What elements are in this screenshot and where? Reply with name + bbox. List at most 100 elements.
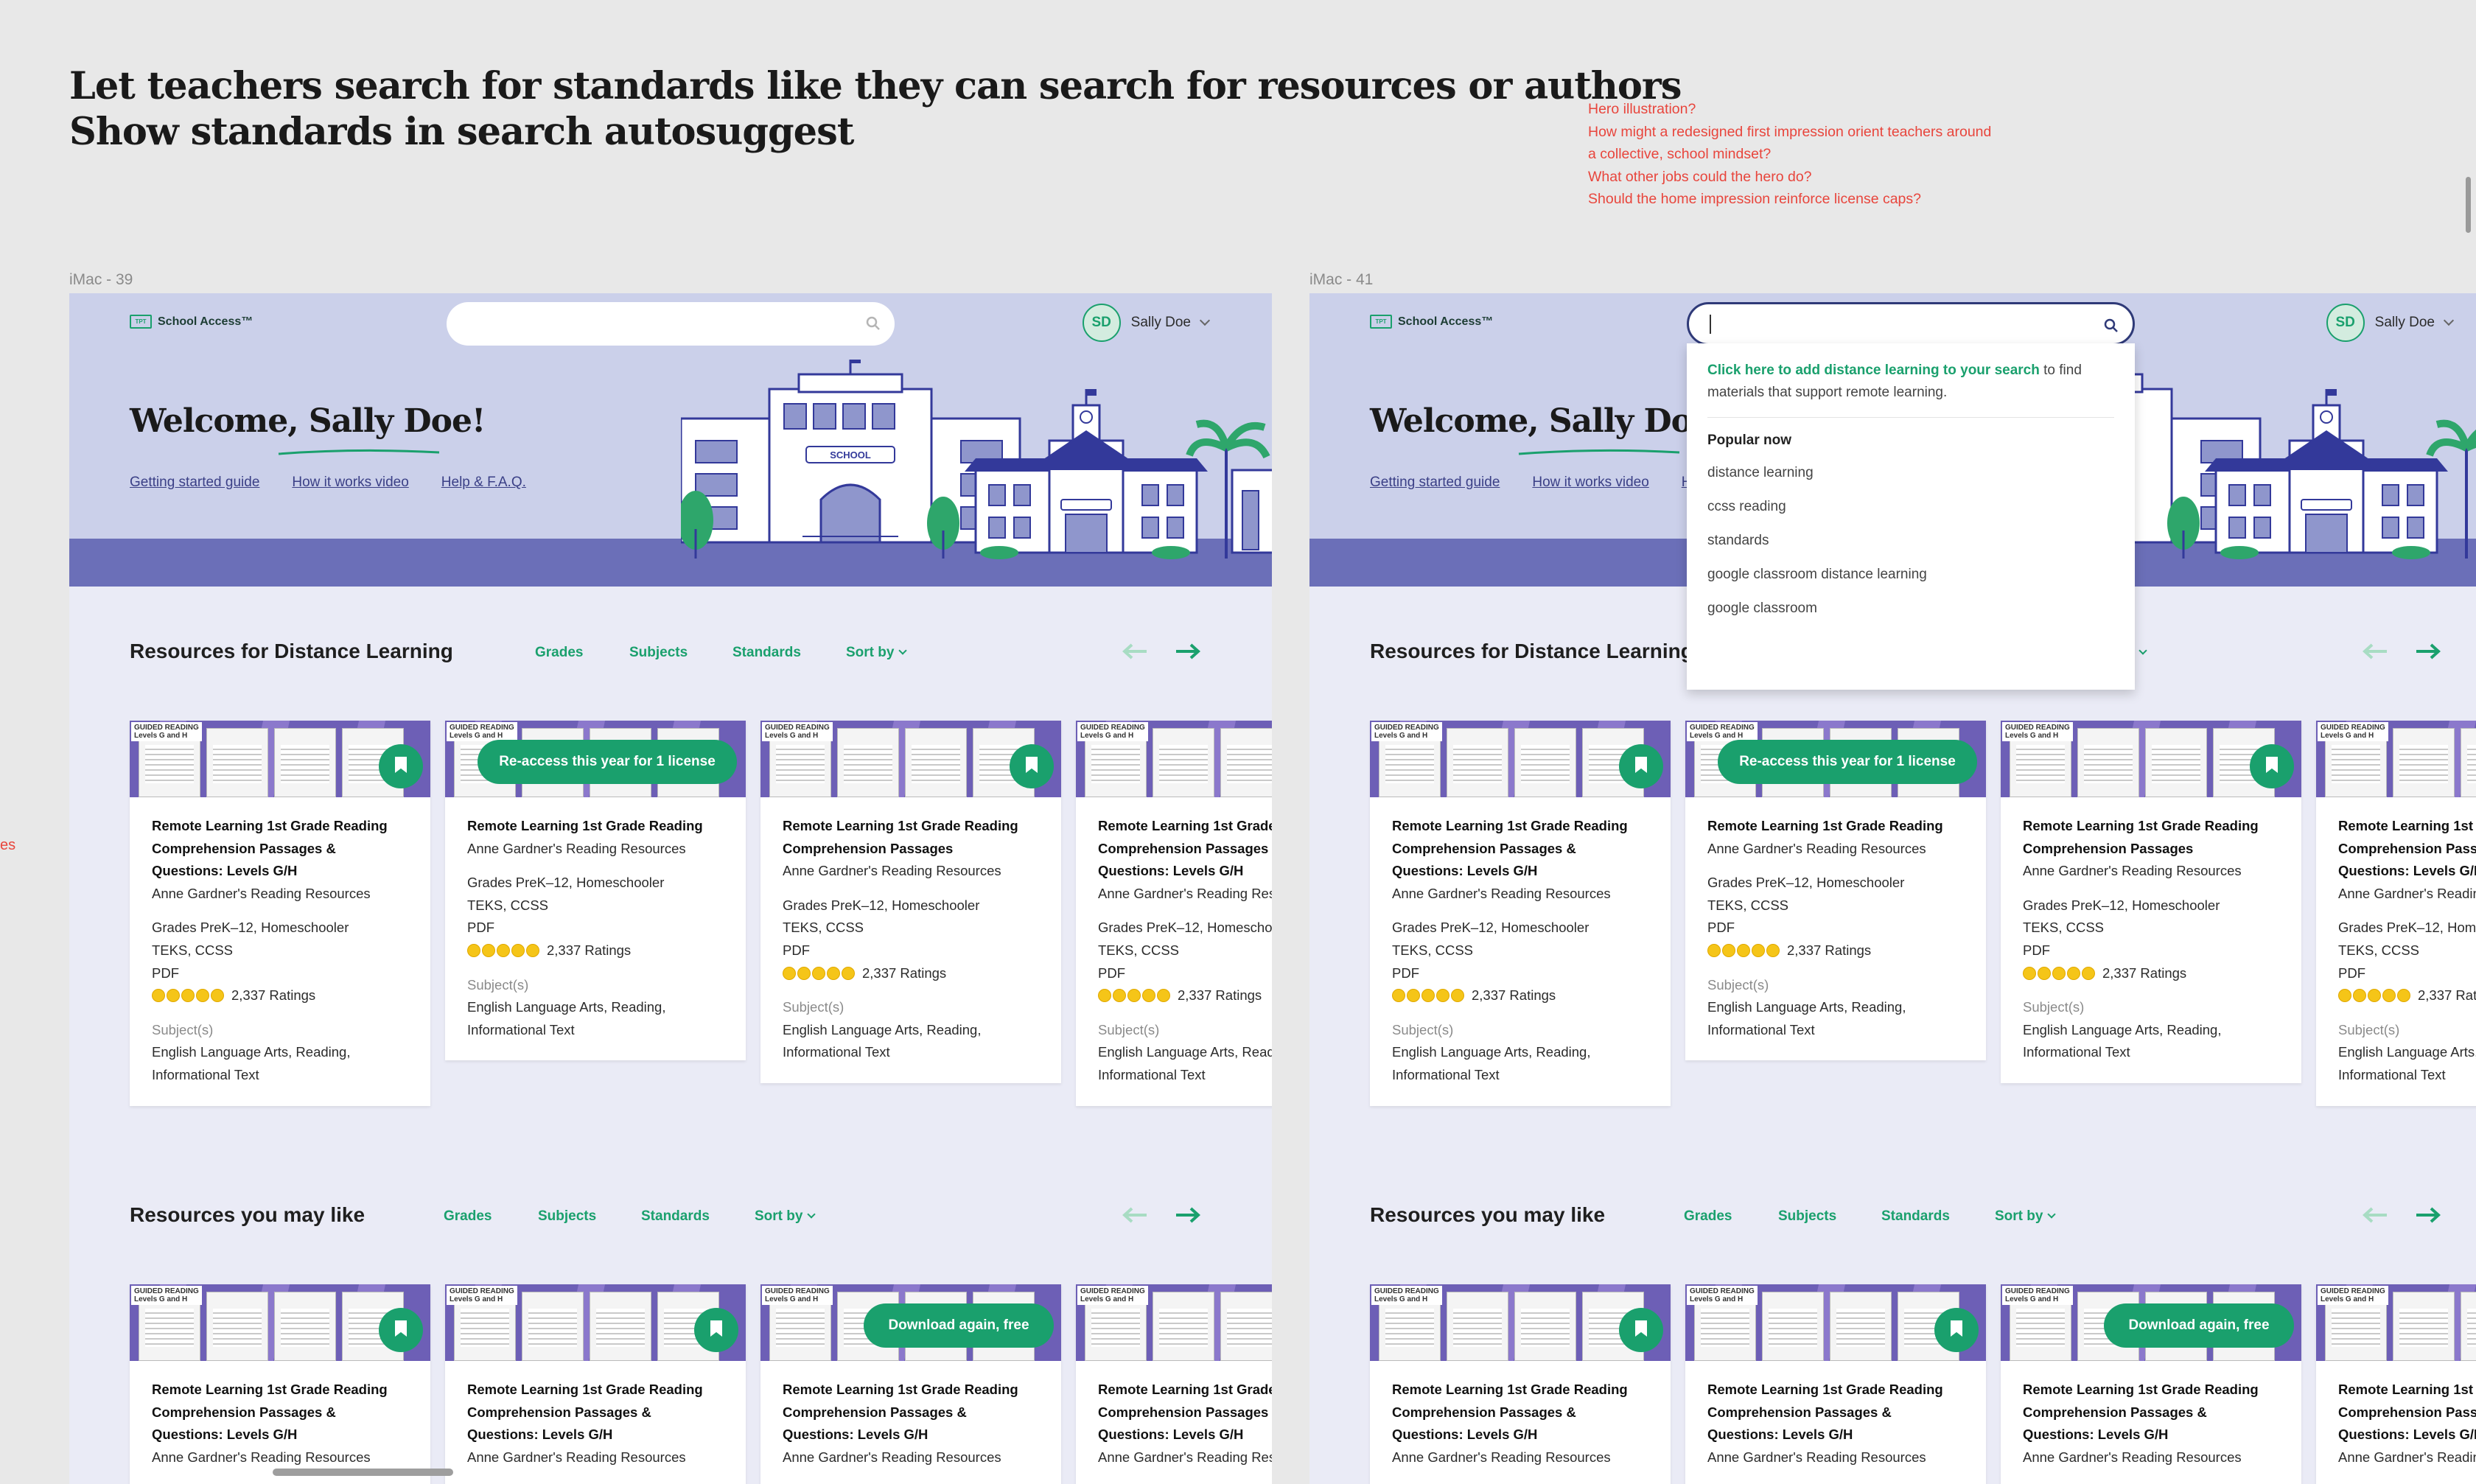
- bookmark-icon[interactable]: [1619, 744, 1663, 788]
- resource-thumbnail[interactable]: GUIDED READING Levels G and H: [445, 1284, 746, 1361]
- bookmark-icon[interactable]: [2250, 744, 2294, 788]
- resource-card[interactable]: GUIDED READING Levels G and H Re-access t…: [445, 721, 746, 1061]
- arrow-left-icon[interactable]: [1122, 643, 1148, 660]
- filter-subjects[interactable]: Subjects: [629, 645, 688, 661]
- filter-grades[interactable]: Grades: [535, 645, 583, 661]
- resource-card[interactable]: GUIDED READING Levels G and H Download ag…: [2001, 1284, 2301, 1484]
- resource-thumbnail[interactable]: GUIDED READING Levels G and H Download ag…: [760, 1284, 1061, 1361]
- search-icon[interactable]: [865, 315, 881, 332]
- resource-card[interactable]: GUIDED READING Levels G and H Remote Lear…: [1370, 1284, 1671, 1484]
- bookmark-icon[interactable]: [1619, 1308, 1663, 1352]
- resource-thumbnail[interactable]: GUIDED READING Levels G and H Re-access t…: [445, 721, 746, 797]
- filter-subjects[interactable]: Subjects: [538, 1208, 596, 1225]
- resource-card[interactable]: GUIDED READING Levels G and H Re-access t…: [1685, 721, 1986, 1061]
- suggestion-item[interactable]: google classroom distance learning: [1707, 564, 2114, 598]
- resource-card[interactable]: GUIDED READING Levels G and H Remote Lear…: [1685, 1284, 1986, 1484]
- horizontal-scrollbar[interactable]: [273, 1469, 453, 1476]
- filter-standards[interactable]: Standards: [641, 1208, 710, 1225]
- arrow-right-icon[interactable]: [2415, 1206, 2441, 1224]
- card-title[interactable]: Remote Learning 1st Grade Reading Compre…: [1098, 1379, 1272, 1446]
- resource-thumbnail[interactable]: GUIDED READING Levels G and H Re-access t…: [1685, 721, 1986, 797]
- resource-card[interactable]: GUIDED READING Levels G and H Remote Lear…: [130, 721, 430, 1106]
- search-input[interactable]: [447, 302, 895, 346]
- resource-card[interactable]: GUIDED READING Levels G and H Remote Lear…: [1076, 1284, 1272, 1484]
- resource-thumbnail[interactable]: GUIDED READING Levels G and H: [1685, 1284, 1986, 1361]
- filter-standards[interactable]: Standards: [1881, 1208, 1950, 1225]
- logo[interactable]: TPT School Access™: [130, 315, 253, 329]
- suggestion-item[interactable]: distance learning: [1707, 462, 2114, 496]
- download-again-button[interactable]: Download again, free: [864, 1303, 1054, 1348]
- bookmark-icon[interactable]: [1010, 744, 1054, 788]
- resource-card[interactable]: GUIDED READING Levels G and H Remote Lear…: [2316, 721, 2476, 1106]
- resource-card[interactable]: GUIDED READING Levels G and H Remote Lear…: [1076, 721, 1272, 1106]
- resource-thumbnail[interactable]: GUIDED READING Levels G and H: [760, 721, 1061, 797]
- resource-card[interactable]: GUIDED READING Levels G and H Remote Lear…: [445, 1284, 746, 1484]
- resource-thumbnail[interactable]: GUIDED READING Levels G and H Download ag…: [2001, 1284, 2301, 1361]
- search-input-focused[interactable]: [1687, 302, 2135, 346]
- suggestion-item[interactable]: ccss reading: [1707, 496, 2114, 530]
- resource-thumbnail[interactable]: GUIDED READING Levels G and H: [1370, 1284, 1671, 1361]
- user-menu[interactable]: SD Sally Doe: [1082, 304, 1211, 342]
- user-menu[interactable]: SD Sally Doe: [2326, 304, 2455, 342]
- resource-thumbnail[interactable]: GUIDED READING Levels G and H: [2316, 721, 2476, 797]
- card-title[interactable]: Remote Learning 1st Grade Reading Compre…: [2338, 1379, 2476, 1446]
- card-title[interactable]: Remote Learning 1st Grade Reading: [467, 815, 724, 838]
- arrow-left-icon[interactable]: [1122, 1206, 1148, 1224]
- card-title[interactable]: Remote Learning 1st Grade Reading Compre…: [467, 1379, 724, 1446]
- logo[interactable]: TPT School Access™: [1370, 315, 1493, 329]
- card-title[interactable]: Remote Learning 1st Grade Reading Compre…: [783, 1379, 1039, 1446]
- link-how-it-works[interactable]: How it works video: [1532, 475, 1648, 491]
- resource-card[interactable]: GUIDED READING Levels G and H Remote Lear…: [2001, 721, 2301, 1083]
- card-title[interactable]: Remote Learning 1st Grade Reading Compre…: [2338, 815, 2476, 883]
- resource-thumbnail[interactable]: GUIDED READING Levels G and H: [2001, 721, 2301, 797]
- sort-by-dropdown[interactable]: Sort by: [1995, 1208, 2057, 1225]
- frame-label[interactable]: iMac - 39: [69, 271, 133, 289]
- link-getting-started[interactable]: Getting started guide: [1370, 475, 1500, 491]
- resource-thumbnail[interactable]: GUIDED READING Levels G and H: [2316, 1284, 2476, 1361]
- card-title[interactable]: Remote Learning 1st Grade Reading Compre…: [783, 815, 1039, 860]
- card-title[interactable]: Remote Learning 1st Grade Reading Compre…: [152, 815, 408, 883]
- arrow-left-icon[interactable]: [2362, 643, 2388, 660]
- link-getting-started[interactable]: Getting started guide: [130, 475, 259, 491]
- card-title[interactable]: Remote Learning 1st Grade Reading Compre…: [1098, 815, 1272, 883]
- bookmark-icon[interactable]: [379, 744, 423, 788]
- sort-by-dropdown[interactable]: Sort by: [846, 645, 908, 661]
- bookmark-icon[interactable]: [694, 1308, 738, 1352]
- resource-card[interactable]: GUIDED READING Levels G and H Remote Lear…: [760, 721, 1061, 1083]
- card-title[interactable]: Remote Learning 1st Grade Reading Compre…: [2023, 815, 2279, 860]
- suggestion-item[interactable]: standards: [1707, 530, 2114, 564]
- reaccess-button[interactable]: Re-access this year for 1 license: [1718, 740, 1977, 784]
- filter-grades[interactable]: Grades: [444, 1208, 492, 1225]
- resource-card[interactable]: GUIDED READING Levels G and H Remote Lear…: [1370, 721, 1671, 1106]
- card-title[interactable]: Remote Learning 1st Grade Reading Compre…: [2023, 1379, 2279, 1446]
- vertical-scrollbar[interactable]: [2466, 177, 2471, 233]
- card-title[interactable]: Remote Learning 1st Grade Reading Compre…: [1392, 815, 1648, 883]
- autosuggest-hint[interactable]: Click here to add distance learning to y…: [1707, 360, 2114, 404]
- suggestion-item[interactable]: google classroom: [1707, 598, 2114, 631]
- resource-card[interactable]: GUIDED READING Levels G and H Download ag…: [760, 1284, 1061, 1484]
- resource-thumbnail[interactable]: GUIDED READING Levels G and H: [1370, 721, 1671, 797]
- link-how-it-works[interactable]: How it works video: [292, 475, 408, 491]
- card-title[interactable]: Remote Learning 1st Grade Reading: [1707, 815, 1964, 838]
- search-icon[interactable]: [2103, 318, 2119, 334]
- filter-grades[interactable]: Grades: [1684, 1208, 1732, 1225]
- resource-thumbnail[interactable]: GUIDED READING Levels G and H: [1076, 1284, 1272, 1361]
- bookmark-icon[interactable]: [379, 1308, 423, 1352]
- reaccess-button[interactable]: Re-access this year for 1 license: [478, 740, 737, 784]
- resource-card[interactable]: GUIDED READING Levels G and H Remote Lear…: [2316, 1284, 2476, 1484]
- arrow-right-icon[interactable]: [2415, 643, 2441, 660]
- arrow-right-icon[interactable]: [1175, 1206, 1201, 1224]
- arrow-left-icon[interactable]: [2362, 1206, 2388, 1224]
- resource-thumbnail[interactable]: GUIDED READING Levels G and H: [130, 1284, 430, 1361]
- frame-label[interactable]: iMac - 41: [1309, 271, 1373, 289]
- sort-by-dropdown[interactable]: Sort by: [755, 1208, 816, 1225]
- bookmark-icon[interactable]: [1934, 1308, 1979, 1352]
- link-help-faq[interactable]: Help & F.A.Q.: [441, 475, 526, 491]
- filter-subjects[interactable]: Subjects: [1778, 1208, 1836, 1225]
- resource-thumbnail[interactable]: GUIDED READING Levels G and H: [1076, 721, 1272, 797]
- download-again-button[interactable]: Download again, free: [2104, 1303, 2294, 1348]
- card-title[interactable]: Remote Learning 1st Grade Reading Compre…: [152, 1379, 408, 1446]
- card-title[interactable]: Remote Learning 1st Grade Reading Compre…: [1707, 1379, 1964, 1446]
- hint-link[interactable]: Click here to add distance learning to y…: [1707, 363, 2040, 378]
- resource-thumbnail[interactable]: GUIDED READING Levels G and H: [130, 721, 430, 797]
